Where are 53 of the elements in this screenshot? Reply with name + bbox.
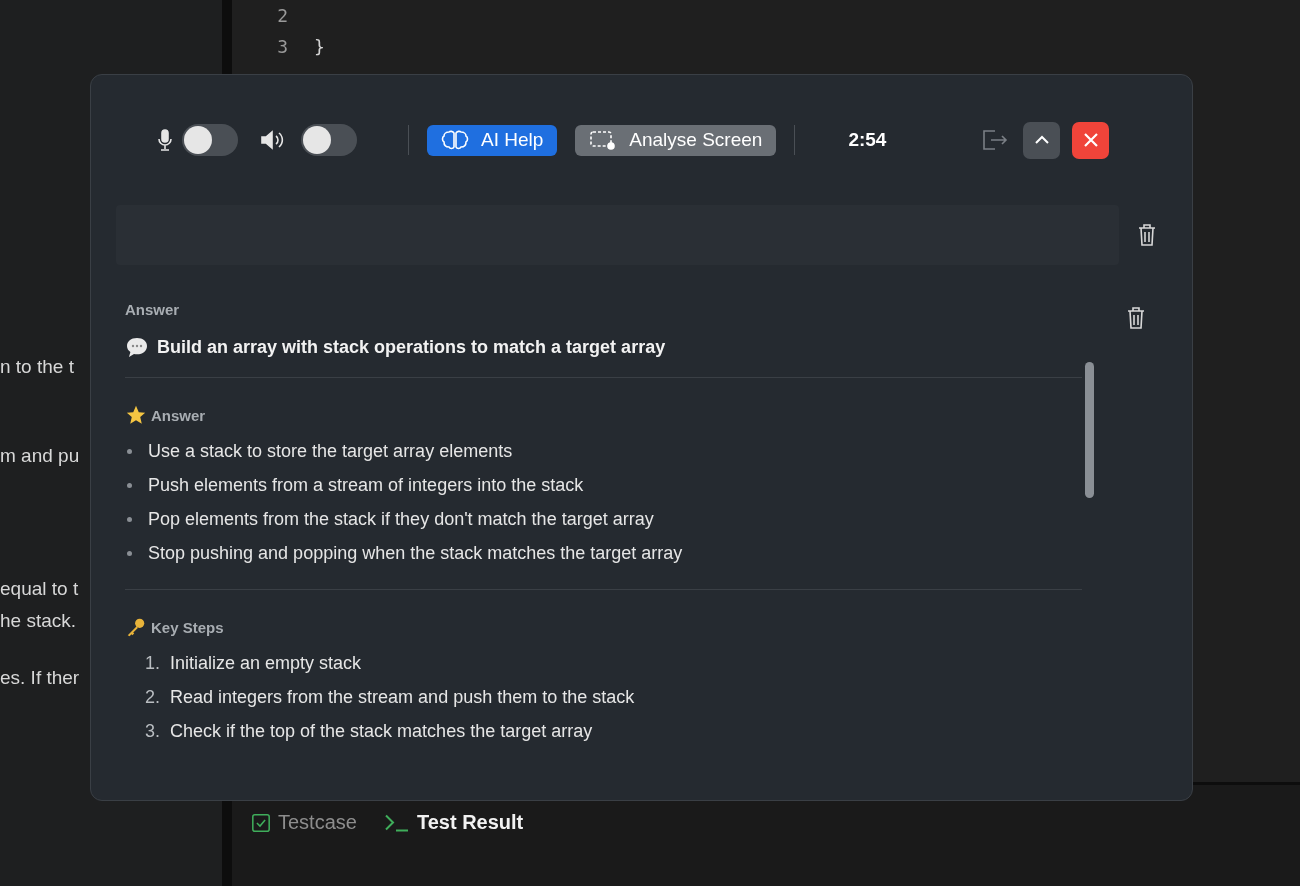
mode-button[interactable]: Analyse Screen bbox=[575, 124, 777, 156]
exit-icon bbox=[981, 128, 1010, 152]
code-text: } bbox=[314, 36, 325, 57]
mode-button[interactable]: AI Help bbox=[427, 124, 558, 156]
step-number: 3. bbox=[144, 720, 161, 742]
speaker-icon bbox=[260, 130, 286, 150]
brain-icon bbox=[441, 129, 469, 151]
bullet-icon bbox=[127, 516, 132, 522]
section-label: Answer bbox=[125, 301, 181, 318]
step-number: 1. bbox=[144, 652, 161, 674]
collapse-button[interactable] bbox=[1023, 121, 1061, 159]
list-item: Push elements from a stream of integers into the stack bbox=[148, 474, 584, 496]
trash-icon bbox=[1137, 223, 1157, 247]
delete-button[interactable] bbox=[1137, 223, 1157, 247]
description-text: equal to t bbox=[0, 577, 79, 601]
description-text: n to the t bbox=[0, 355, 74, 379]
speech-bubble-icon bbox=[125, 336, 149, 358]
list-item: Stop pushing and popping when the stack matches the target array bbox=[148, 542, 683, 564]
list-item: Check if the top of the stack matches the target array bbox=[170, 720, 593, 742]
microphone-icon bbox=[157, 129, 173, 151]
section-heading: Answer bbox=[151, 406, 206, 424]
key-icon bbox=[125, 616, 147, 638]
speaker-toggle[interactable] bbox=[301, 124, 357, 156]
exit-button[interactable] bbox=[981, 128, 1010, 152]
microphone-toggle[interactable] bbox=[182, 124, 238, 156]
checkbox-icon bbox=[252, 813, 270, 832]
screen-capture-icon bbox=[589, 129, 618, 151]
scrollbar[interactable] bbox=[1085, 362, 1094, 498]
description-text: he stack. bbox=[0, 609, 77, 633]
trash-icon bbox=[1126, 306, 1146, 330]
description-text: m and pu bbox=[0, 444, 80, 468]
chevron-up-icon bbox=[1033, 135, 1050, 145]
delete-button[interactable] bbox=[1126, 306, 1146, 330]
description-text: es. If ther bbox=[0, 666, 80, 690]
answer-title: Build an array with stack operations to match a target array bbox=[157, 336, 666, 358]
list-item: Use a stack to store the target array elements bbox=[148, 440, 513, 462]
close-icon bbox=[1083, 133, 1098, 147]
timer: 2:54 bbox=[847, 129, 888, 151]
bullet-icon bbox=[127, 550, 132, 556]
list-item: Read integers from the stream and push them to the stack bbox=[170, 686, 635, 708]
line-number: 3 bbox=[276, 36, 288, 57]
bullet-icon bbox=[127, 448, 132, 454]
line-number: 2 bbox=[276, 5, 288, 26]
panel-tab[interactable]: Testcase bbox=[252, 811, 357, 834]
terminal-icon bbox=[384, 813, 409, 832]
bullet-icon bbox=[127, 482, 132, 488]
list-item: Pop elements from the stack if they don't match the target array bbox=[148, 508, 654, 530]
panel-tab[interactable]: Test Result bbox=[384, 811, 524, 834]
list-item: Initialize an empty stack bbox=[170, 652, 362, 674]
close-button[interactable] bbox=[1072, 121, 1110, 159]
step-number: 2. bbox=[144, 686, 161, 708]
section-heading: Key Steps bbox=[151, 618, 224, 636]
star-icon bbox=[125, 404, 147, 426]
